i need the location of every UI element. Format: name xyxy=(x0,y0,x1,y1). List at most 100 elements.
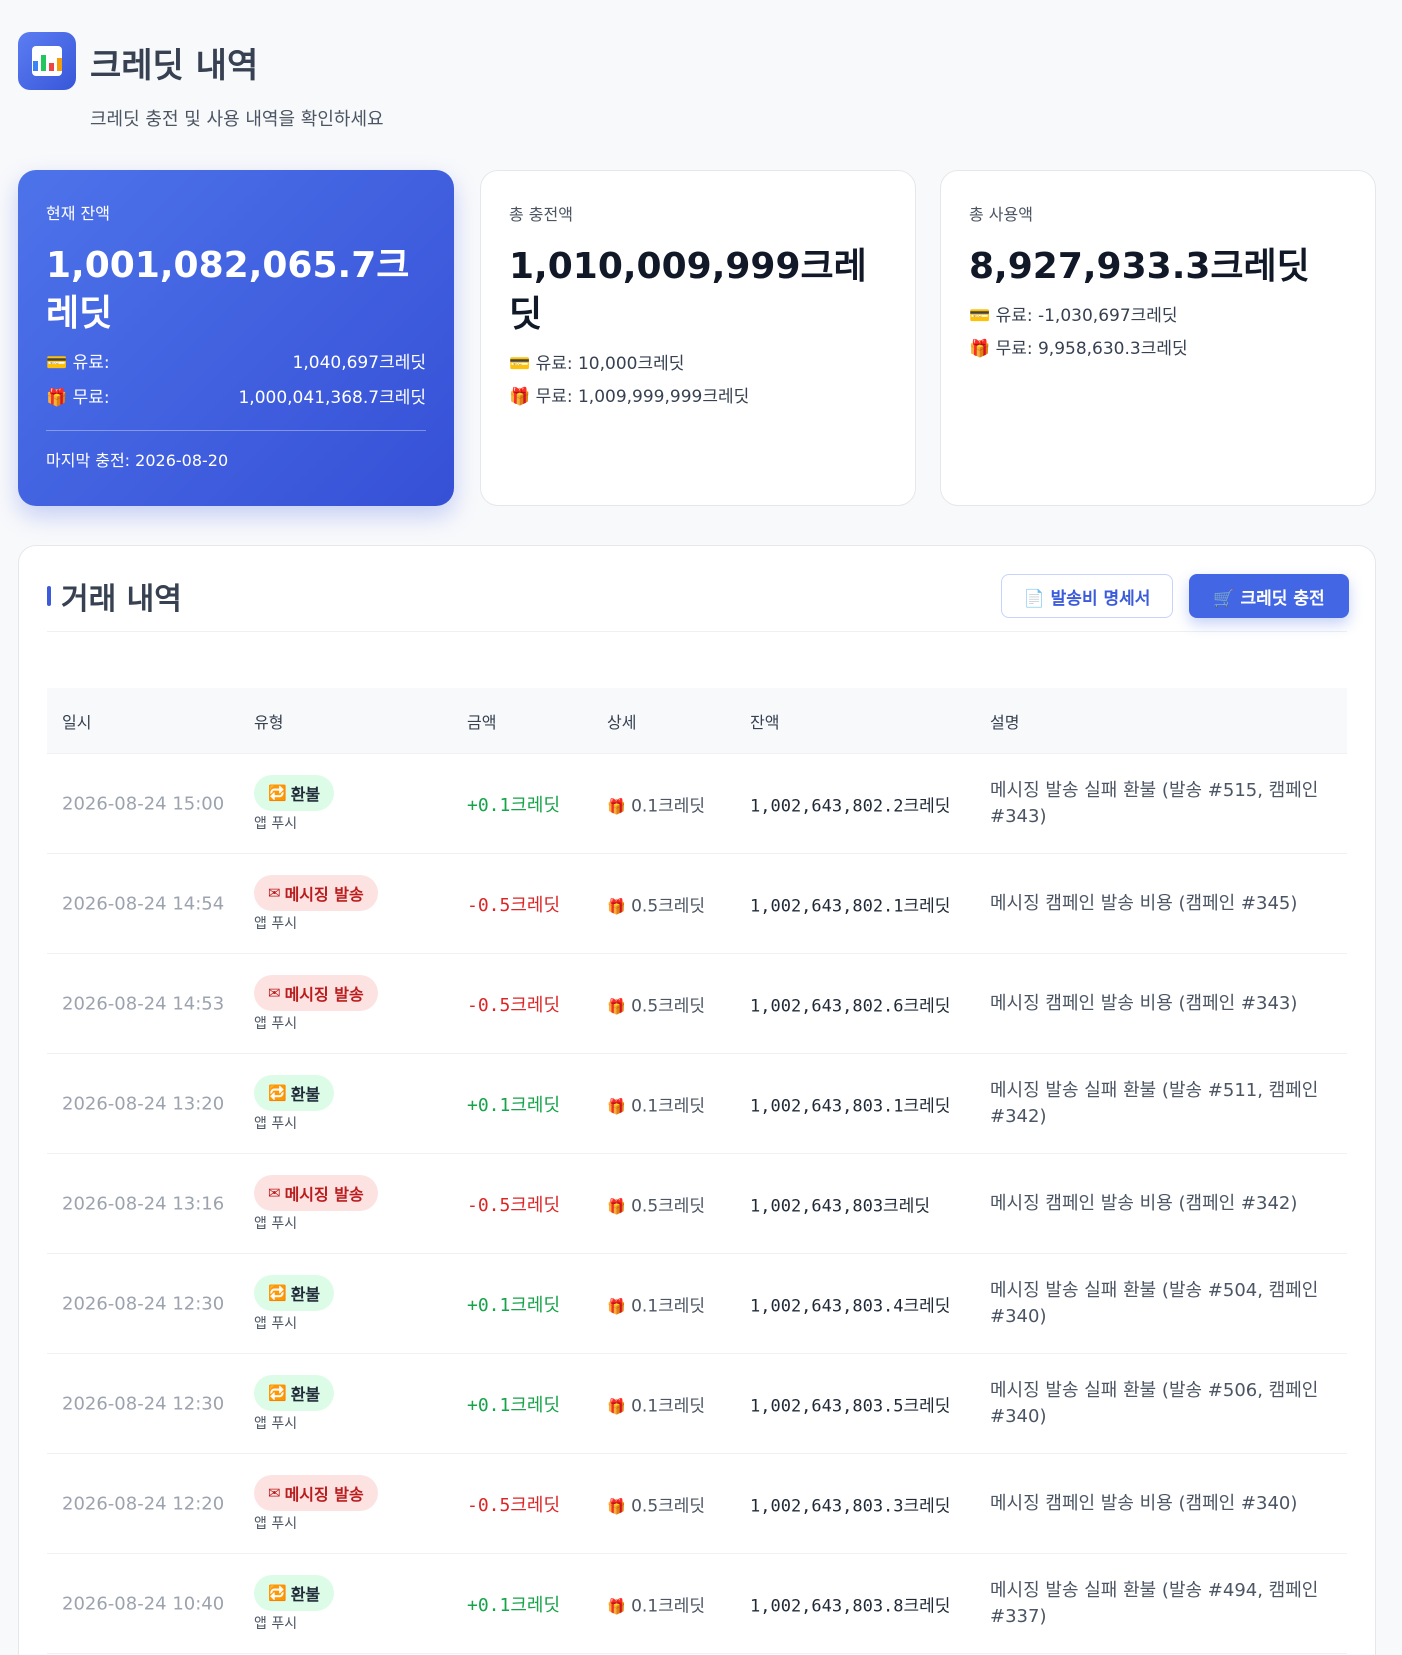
row-date: 2026-08-24 14:53 xyxy=(62,993,225,1014)
row-detail-value: 0.1크레딧 xyxy=(631,1096,706,1116)
row-description: 메시징 발송 실패 환불 (발송 #494, 캠페인 #337) xyxy=(990,1579,1319,1627)
envelope-icon: ✉ xyxy=(268,1483,281,1502)
type-badge: 🔁 환불 xyxy=(254,1374,335,1411)
chart-icon xyxy=(18,32,76,90)
row-amount: +0.1크레딧 xyxy=(467,1294,561,1316)
refund-icon: 🔁 xyxy=(268,1583,287,1602)
row-type: ✉ 메시징 발송앱 푸시 xyxy=(254,1174,378,1233)
table-row: 2026-08-24 12:30 🔁 환불 앱 푸시 +0.1크레딧 🎁 0.1크레딧 1,… xyxy=(47,1354,1347,1454)
row-date: 2026-08-24 12:30 xyxy=(62,1393,225,1414)
balance-free-value: 1,000,041,368.7크레딧 xyxy=(238,388,426,408)
table-row: 2026-08-24 14:54 ✉ 메시징 발송 앱 푸시 -0.5크레딧 🎁 0.5크… xyxy=(47,854,1347,954)
row-date: 2026-08-24 12:20 xyxy=(62,1493,225,1514)
row-date: 2026-08-24 13:16 xyxy=(62,1193,225,1214)
last-charge-date: 마지막 충전: 2026-08-20 xyxy=(46,451,229,470)
envelope-icon: ✉ xyxy=(268,1183,281,1202)
row-subtype: 앱 푸시 xyxy=(254,1015,298,1032)
refund-icon: 🔁 xyxy=(268,1283,287,1302)
envelope-icon: ✉ xyxy=(268,983,281,1002)
total-used-card: 총 사용액 8,927,933.3크레딧 💳 유료: -1,030,697크레딧… xyxy=(940,170,1376,506)
gift-icon: 🎁 xyxy=(607,1297,626,1315)
total-charge-paid: 💳 유료: 10,000크레딧 xyxy=(509,354,685,374)
table-row: 2026-08-24 10:40 🔁 환불 앱 푸시 +0.1크레딧 🎁 0.1크레딧 1,… xyxy=(47,1554,1347,1654)
page-title: 크레딧 내역 xyxy=(90,46,259,86)
total-charge-value: 1,010,009,999크레딧 xyxy=(509,246,867,335)
header-date: 일시 xyxy=(62,712,92,732)
header-detail: 상세 xyxy=(607,712,637,732)
row-subtype: 앱 푸시 xyxy=(254,1215,298,1232)
row-detail-value: 0.5크레딧 xyxy=(631,1496,706,1516)
panel-header: 거래 내역 📄 발송비 명세서 🛒 크레딧 충전 xyxy=(47,572,1349,632)
row-amount: +0.1크레딧 xyxy=(467,794,561,816)
row-type: ✉ 메시징 발송 앱 푸시 xyxy=(254,1474,378,1533)
header-balance: 잔액 xyxy=(750,712,780,732)
total-used-label: 총 사용액 xyxy=(969,205,1033,224)
type-badge: ✉ 메시징 발송 xyxy=(254,974,378,1011)
table-row: 2026-08-24 15:00 🔁 환불 앱 푸시 +0.1크레딧 🎁 0.1크레딧 1,… xyxy=(47,754,1347,854)
row-subtype: 앱 푸시 xyxy=(254,815,298,832)
total-used-value: 8,927,933.3크레딧 xyxy=(969,246,1310,287)
type-badge: 🔁 환불 xyxy=(254,1074,335,1111)
row-detail-value: 0.1크레딧 xyxy=(631,796,706,816)
row-subtype: 앱 푸시 xyxy=(254,1115,298,1132)
charge-credit-button[interactable]: 🛒 크레딧 충전 xyxy=(1189,574,1349,618)
row-description: 메시징 발송 실패 환불 (발송 #504, 캠페인 #340) xyxy=(990,1279,1319,1327)
type-badge-label: 환불 xyxy=(290,1384,321,1404)
row-type: ✉ 메시징 발송앱 푸시 xyxy=(254,974,378,1033)
gift-icon: 🎁 xyxy=(607,1397,626,1415)
row-description: 메시징 발송 실패 환불 (발송 #506, 캠페인 #340) xyxy=(990,1379,1319,1427)
row-date: 2026-08-24 13:20 xyxy=(62,1093,225,1114)
row-balance: 1,002,643,803.5크레딧 xyxy=(750,1396,951,1416)
gift-icon: 🎁 xyxy=(607,1197,626,1215)
row-description: 메시징 발송 실패 환불 (발송 #511, 캠페인 #342) xyxy=(990,1079,1319,1127)
row-amount: -0.5크레딧 xyxy=(467,1194,561,1216)
transactions-panel: 거래 내역 📄 발송비 명세서 🛒 크레딧 충전 일시 유형 금액 상세 잔액 … xyxy=(18,545,1376,1655)
gift-icon: 🎁 xyxy=(607,897,626,915)
row-balance: 1,002,643,803.4크레딧 xyxy=(750,1296,951,1316)
balance-free-label: 🎁 무료: xyxy=(46,388,110,408)
type-badge-label: 환불 xyxy=(290,1584,321,1604)
table-header: 일시 유형 금액 상세 잔액 설명 xyxy=(47,688,1347,754)
refund-icon: 🔁 xyxy=(268,1083,287,1102)
row-subtype: 앱 푸시 xyxy=(254,1315,298,1332)
envelope-icon: ✉ xyxy=(268,883,281,902)
table-row: 2026-08-24 12:30 🔁 환불 앱 푸시 +0.1크레딧 🎁 0.1크레딧 1,… xyxy=(47,1254,1347,1354)
row-detail: 🎁 0.1크레딧 xyxy=(607,1391,705,1416)
header-amount: 금액 xyxy=(467,712,497,732)
row-balance: 1,002,643,803크레딧 xyxy=(750,1196,930,1216)
row-type: 🔁 환불 앱 푸시 xyxy=(254,774,335,833)
table-row: 2026-08-24 12:20 ✉ 메시징 발송 앱 푸시 -0.5크레딧 🎁 0.5크… xyxy=(47,1454,1347,1554)
transactions-table: 일시 유형 금액 상세 잔액 설명 2026-08-24 15:00 🔁 환불 앱 푸… xyxy=(47,688,1347,1654)
balance-free-row: 🎁 무료: 1,000,041,368.7크레딧 xyxy=(46,383,426,408)
balance-paid-value: 1,040,697크레딧 xyxy=(292,353,426,373)
type-badge-label: 환불 xyxy=(290,1084,321,1104)
total-used-free: 🎁 무료: 9,958,630.3크레딧 xyxy=(969,339,1188,359)
divider xyxy=(46,430,426,431)
row-type: 🔁 환불앱 푸시 xyxy=(254,1074,335,1133)
row-balance: 1,002,643,802.1크레딧 xyxy=(750,896,951,916)
row-date: 2026-08-24 12:30 xyxy=(62,1293,225,1314)
row-amount: +0.1크레딧 xyxy=(467,1094,561,1116)
row-amount: -0.5크레딧 xyxy=(467,994,561,1016)
type-badge: 🔁 환불 xyxy=(254,1574,335,1611)
row-type: 🔁 환불 앱 푸시 xyxy=(254,1574,335,1633)
type-badge: ✉ 메시징 발송 xyxy=(254,1174,378,1211)
row-amount: +0.1크레딧 xyxy=(467,1394,561,1416)
total-charge-card: 총 충전액 1,010,009,999크레딧 💳 유료: 10,000크레딧 🎁… xyxy=(480,170,916,506)
total-charge-label: 총 충전액 xyxy=(509,205,573,224)
row-detail: 🎁 0.1크레딧 xyxy=(607,1591,705,1616)
gift-icon: 🎁 xyxy=(607,797,626,815)
row-description: 메시징 발송 실패 환불 (발송 #515, 캠페인 #343) xyxy=(990,779,1319,827)
row-balance: 1,002,643,802.6크레딧 xyxy=(750,996,951,1016)
type-badge: ✉ 메시징 발송 xyxy=(254,1474,378,1511)
row-description: 메시징 캠페인 발송 비용 (캠페인 #343) xyxy=(990,992,1298,1014)
type-badge: ✉ 메시징 발송 xyxy=(254,874,378,911)
type-badge-label: 메시징 발송 xyxy=(284,1484,364,1504)
invoice-button[interactable]: 📄 발송비 명세서 xyxy=(1001,574,1173,618)
page-subtitle: 크레딧 충전 및 사용 내역을 확인하세요 xyxy=(90,109,384,130)
row-detail: 🎁 0.1크레딧 xyxy=(607,1291,705,1316)
row-description: 메시징 캠페인 발송 비용 (캠페인 #342) xyxy=(990,1192,1298,1214)
row-detail-value: 0.1크레딧 xyxy=(631,1396,706,1416)
balance-card: 현재 잔액 1,001,082,065.7크레딧 💳 유료: 1,040,697… xyxy=(18,170,454,506)
refund-icon: 🔁 xyxy=(268,783,287,802)
